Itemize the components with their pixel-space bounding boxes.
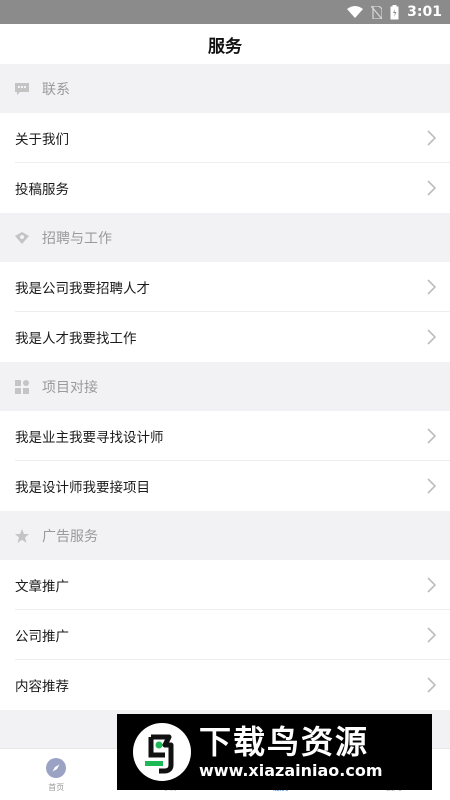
list-item-label: 公司推广 [15,629,69,645]
watermark-banner: 下载鸟资源 www.xiazainiao.com [117,714,432,790]
section-header-ads: 广告服务 [0,511,450,560]
section-title: 广告服务 [42,528,98,545]
list-item-label: 我是业主我要寻找设计师 [15,430,164,446]
chevron-right-icon [427,677,436,693]
list-item-submission[interactable]: 投稿服务 [0,163,450,213]
page-title: 服务 [208,36,242,57]
watermark-text: 下载鸟资源 www.xiazainiao.com [199,723,382,781]
list-item-find-job[interactable]: 我是人才我要找工作 [0,312,450,362]
briefcase-icon [14,230,30,246]
bird-logo-icon [133,723,191,781]
list-item-label: 关于我们 [15,132,69,148]
section-title: 项目对接 [42,379,98,396]
chevron-right-icon [427,627,436,643]
compass-icon [45,757,67,779]
list-item-find-designer[interactable]: 我是业主我要寻找设计师 [0,411,450,461]
list-item-article-promo[interactable]: 文章推广 [0,560,450,610]
service-list: 联系 关于我们 投稿服务 招聘与工作 我是公司我要招聘人才 我是人才我要找工作 … [0,64,450,710]
watermark-url: www.xiazainiao.com [199,761,383,780]
chevron-right-icon [427,130,436,146]
list-item-label: 我是人才我要找工作 [15,331,137,347]
list-item-label: 我是设计师我要接项目 [15,480,150,496]
grid-icon [14,379,30,395]
list-item-content-recommend[interactable]: 内容推荐 [0,660,450,710]
chevron-right-icon [427,180,436,196]
list-item-about-us[interactable]: 关于我们 [0,113,450,163]
battery-icon [390,4,399,19]
no-sim-icon [371,5,383,19]
tab-label: 首页 [48,782,65,792]
chevron-right-icon [427,428,436,444]
chat-bubble-icon [14,81,30,97]
star-icon [14,528,30,544]
section-header-recruitment: 招聘与工作 [0,213,450,262]
list-item-hire-talent[interactable]: 我是公司我要招聘人才 [0,262,450,312]
list-item-label: 内容推荐 [15,679,69,695]
section-header-projects: 项目对接 [0,362,450,411]
status-bar: 3:01 [0,0,450,24]
section-header-contact: 联系 [0,64,450,113]
section-title: 联系 [42,81,70,98]
header: 服务 [0,24,450,64]
chevron-right-icon [427,577,436,593]
tab-home[interactable]: 首页 [0,749,113,800]
list-item-label: 文章推广 [15,579,69,595]
section-title: 招聘与工作 [42,230,112,247]
status-time: 3:01 [407,4,442,20]
chevron-right-icon [427,329,436,345]
list-item-company-promo[interactable]: 公司推广 [0,610,450,660]
list-item-take-project[interactable]: 我是设计师我要接项目 [0,461,450,511]
status-icons: 3:01 [347,3,442,21]
chevron-right-icon [427,279,436,295]
watermark-title: 下载鸟资源 [199,723,370,761]
list-item-label: 我是公司我要招聘人才 [15,281,150,297]
chevron-right-icon [427,478,436,494]
list-item-label: 投稿服务 [15,182,69,198]
wifi-icon [347,6,364,18]
